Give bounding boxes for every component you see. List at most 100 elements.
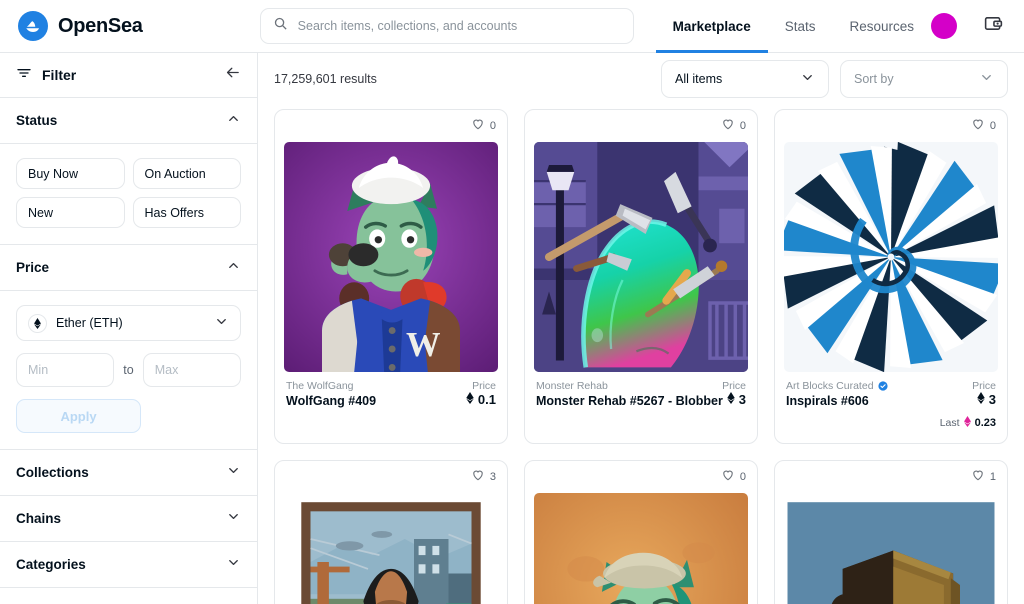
nft-card-like-row: 1: [775, 461, 1007, 493]
status-chip-buy-now[interactable]: Buy Now: [16, 158, 125, 189]
nft-artwork-wolf-purple: W: [284, 142, 498, 372]
eth-icon: [977, 392, 985, 407]
filter-section-collections-header[interactable]: Collections: [0, 450, 257, 496]
arrow-left-icon[interactable]: [224, 64, 241, 86]
heart-icon[interactable]: [971, 117, 985, 136]
avatar[interactable]: [931, 13, 957, 39]
nft-card[interactable]: 3: [274, 460, 508, 604]
opensea-app: OpenSea Search items, collections, and a…: [0, 0, 1024, 604]
nft-artwork-wolf-orange: [534, 493, 748, 604]
nav-item-marketplace[interactable]: Marketplace: [655, 0, 768, 53]
nav-item-stats[interactable]: Stats: [768, 0, 833, 52]
chevron-up-icon: [226, 111, 241, 131]
nft-card[interactable]: 1: [774, 460, 1008, 604]
nft-like-count: 0: [489, 120, 496, 132]
status-chip-has-offers-label: Has Offers: [144, 205, 205, 220]
nft-last-sale-label: Last: [939, 417, 960, 429]
nft-card-like-row: 0: [525, 461, 757, 493]
filter-title: Filter: [42, 67, 77, 83]
nft-last-sale-row: Last 0.23: [786, 414, 996, 432]
eth-icon: [727, 392, 735, 407]
nft-card[interactable]: 0: [524, 109, 758, 444]
filter-section-collections-title: Collections: [16, 465, 89, 480]
nft-card-footer: Monster Rehab Price Monster Rehab #5267 …: [525, 372, 757, 408]
filter-icon: [16, 65, 32, 86]
chevron-up-icon: [226, 258, 241, 278]
nav-item-resources[interactable]: Resources: [832, 0, 931, 52]
apply-price-filter-button[interactable]: Apply: [16, 399, 141, 433]
nft-collection-name: Art Blocks Curated: [786, 380, 888, 392]
currency-select-label: Ether (ETH): [56, 316, 123, 330]
filter-section-price-header[interactable]: Price: [0, 245, 257, 291]
nav-right-actions: [931, 13, 1024, 39]
nft-card[interactable]: 0: [524, 460, 758, 604]
sort-by-select[interactable]: Sort by: [840, 60, 1008, 98]
filter-section-categories-header[interactable]: Categories: [0, 542, 257, 588]
search-box[interactable]: Search items, collections, and accounts: [259, 8, 634, 44]
eth-icon: [28, 313, 47, 333]
brand-logo-link[interactable]: OpenSea: [0, 11, 252, 41]
chevron-down-icon: [800, 70, 815, 88]
heart-icon[interactable]: [721, 117, 735, 136]
apply-price-filter-label: Apply: [60, 408, 97, 424]
filter-section-status-title: Status: [16, 113, 58, 128]
nft-card[interactable]: 0: [774, 109, 1008, 444]
nft-like-count: 1: [989, 471, 996, 483]
nft-price-value: 3: [988, 392, 996, 407]
nav-links: Marketplace Stats Resources: [655, 0, 931, 53]
eth-icon: [466, 392, 474, 407]
nft-card-footer: The WolfGang Price WolfGang #409 0.1: [275, 372, 507, 408]
filter-section-chains-header[interactable]: Chains: [0, 496, 257, 542]
heart-icon[interactable]: [471, 468, 485, 487]
nft-like-count: 3: [489, 471, 496, 483]
item-type-select[interactable]: All items: [661, 60, 829, 98]
search-icon: [273, 16, 288, 36]
main-content: 17,259,601 results All items Sort by 0 W…: [258, 53, 1024, 604]
nft-artwork-hooded-portrait: [284, 493, 498, 604]
chevron-down-icon: [226, 509, 241, 529]
chevron-down-icon: [979, 70, 994, 88]
heart-icon[interactable]: [721, 468, 735, 487]
nft-item-name: Monster Rehab #5267 - Blobber: [536, 394, 723, 408]
filter-section-status-header[interactable]: Status: [0, 98, 257, 144]
price-range-row: to: [16, 353, 241, 387]
results-toolbar: 17,259,601 results All items Sort by: [258, 53, 1024, 105]
price-min-input[interactable]: [16, 353, 115, 387]
nft-artwork-blue-spiral: [784, 142, 998, 372]
top-navigation-bar: OpenSea Search items, collections, and a…: [0, 0, 1024, 53]
nav-item-resources-label: Resources: [849, 18, 914, 34]
nft-card[interactable]: 0: [274, 109, 508, 444]
search-input-placeholder[interactable]: Search items, collections, and accounts: [298, 19, 518, 33]
eth-icon-pink: [963, 414, 971, 432]
nft-price-label: Price: [472, 380, 496, 392]
nft-like-count: 0: [739, 471, 746, 483]
nft-price: 3: [977, 392, 996, 407]
status-chip-on-auction[interactable]: On Auction: [132, 158, 241, 189]
status-chip-group: Buy Now On Auction New Has Offers: [16, 158, 241, 228]
sort-by-select-label: Sort by: [854, 72, 894, 86]
chevron-down-icon: [214, 314, 229, 332]
nft-collection-row: The WolfGang Price: [286, 380, 496, 392]
heart-icon[interactable]: [471, 117, 485, 136]
wallet-icon[interactable]: [983, 13, 1004, 39]
nav-item-marketplace-label: Marketplace: [672, 18, 751, 34]
nft-collection-row: Monster Rehab Price: [536, 380, 746, 392]
results-count: 17,259,601 results: [274, 72, 377, 86]
nft-price: 0.1: [466, 392, 496, 407]
status-chip-new[interactable]: New: [16, 197, 125, 228]
status-chip-has-offers[interactable]: Has Offers: [132, 197, 241, 228]
nft-like-count: 0: [989, 120, 996, 132]
nft-name-row: Monster Rehab #5267 - Blobber 3: [536, 392, 746, 408]
nft-artwork-blob-night: [534, 142, 748, 372]
nft-card-like-row: 0: [775, 110, 1007, 142]
currency-select[interactable]: Ether (ETH): [16, 305, 241, 341]
nft-collection-name: The WolfGang: [286, 380, 354, 392]
price-max-input[interactable]: [142, 353, 241, 387]
filter-section-status-body: Buy Now On Auction New Has Offers: [0, 144, 257, 245]
nft-card-like-row: 3: [275, 461, 507, 493]
nft-card-footer: Art Blocks Curated Price Inspirals #606: [775, 372, 1007, 432]
search-container: Search items, collections, and accounts: [252, 8, 642, 44]
nft-card-like-row: 0: [525, 110, 757, 142]
item-type-select-label: All items: [675, 72, 723, 86]
heart-icon[interactable]: [971, 468, 985, 487]
